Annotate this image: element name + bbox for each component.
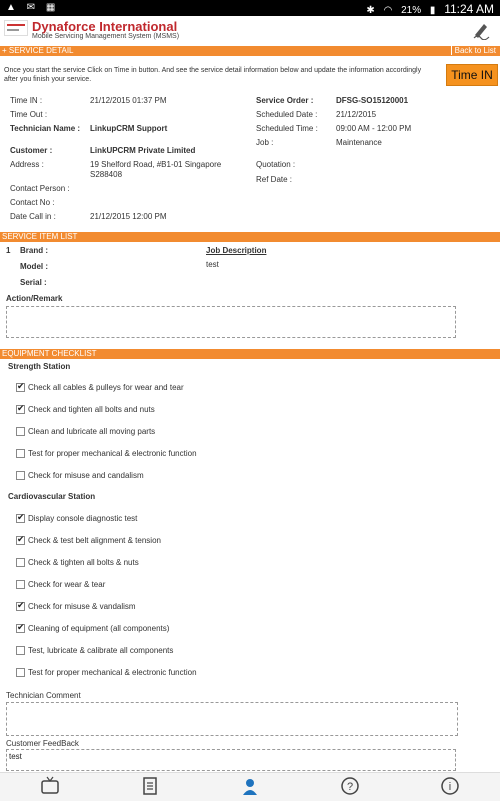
quotation-label: Quotation : (256, 160, 296, 169)
address-value: 19 Shelford Road, #B1-01 Singapore S2884… (90, 160, 222, 179)
strength-station-title: Strength Station (8, 362, 71, 371)
checkbox-strength-3[interactable] (16, 449, 25, 458)
wifi-icon: ◠ (383, 5, 393, 16)
scheduled-date-label: Scheduled Date : (256, 110, 318, 119)
intro-text: Once you start the service Click on Time… (4, 67, 422, 83)
service-order-value: DFSG-SO15120001 (336, 96, 409, 105)
technician-label: Technician Name : (10, 124, 81, 133)
checklist-item-label: Check all cables & pulleys for wear and … (28, 383, 184, 392)
equipment-checklist-bar: EQUIPMENT CHECKLIST (0, 349, 500, 359)
checkbox-cardio-2[interactable] (16, 558, 25, 567)
scheduled-time-label: Scheduled Time : (256, 124, 318, 133)
app-subtitle: Mobile Servicing Management System (MSMS… (32, 33, 180, 40)
battery-icon: ▮ (429, 5, 436, 16)
technician-comment-input[interactable] (6, 702, 458, 736)
checkbox-strength-0[interactable] (16, 381, 25, 392)
document-icon[interactable] (140, 776, 160, 796)
status-bar: ▲ ✉ ▦ ✱ ◠ 21% ▮ 11:24 AM (0, 0, 500, 16)
action-remark-label: Action/Remark (6, 294, 63, 303)
time-in-value: 21/12/2015 01:37 PM (90, 96, 167, 105)
cardiovascular-station-title: Cardiovascular Station (8, 492, 96, 501)
checklist-item-label: Test for proper mechanical & electronic … (28, 668, 197, 677)
job-label: Job : (256, 138, 274, 147)
svg-text:?: ? (347, 781, 353, 793)
checkbox-strength-2[interactable] (16, 427, 25, 436)
checklist-item-label: Test, lubricate & calibrate all componen… (28, 646, 174, 655)
technician-value: LinkupCRM Support (90, 124, 168, 133)
model-label: Model : (20, 262, 48, 271)
time-out-label: Time Out : (10, 110, 48, 119)
bluetooth-icon: ✱ (366, 5, 375, 16)
service-item-title: SERVICE ITEM LIST (2, 232, 78, 241)
contact-person-label: Contact Person : (10, 184, 70, 193)
checklist-item-label: Check and tighten all bolts and nuts (28, 405, 155, 414)
job-description-label: Job Description (206, 246, 267, 255)
customer-feedback-label: Customer FeedBack (6, 739, 79, 748)
contact-no-label: Contact No : (10, 198, 55, 207)
help-icon[interactable]: ? (340, 776, 360, 796)
customer-feedback-input[interactable]: test (6, 749, 456, 771)
checklist-item-label: Display console diagnostic test (28, 514, 138, 523)
battery-level: 21% (401, 5, 422, 16)
checklist-item-label: Check for misuse & vandalism (28, 602, 136, 611)
date-call-in-value: 21/12/2015 12:00 PM (90, 212, 167, 221)
checkbox-cardio-0[interactable] (16, 512, 25, 523)
info-icon[interactable]: i (440, 776, 460, 796)
checklist-item-label: Cleaning of equipment (all components) (28, 624, 170, 633)
clock: 11:24 AM (444, 2, 494, 16)
checkbox-cardio-4[interactable] (16, 600, 25, 611)
time-in-button[interactable]: Time IN (446, 64, 498, 86)
time-in-label: Time IN : (10, 96, 43, 105)
checkbox-cardio-6[interactable] (16, 646, 25, 655)
scheduled-date-value: 21/12/2015 (336, 110, 377, 119)
service-order-label: Service Order : (256, 96, 314, 105)
job-description-value: test (206, 260, 219, 269)
checklist-item-label: Check & test belt alignment & tension (28, 536, 161, 545)
checklist-item-label: Check & tighten all bolts & nuts (28, 558, 139, 567)
app-title: Dynaforce International (32, 19, 178, 34)
status-right: ✱ ◠ 21% ▮ 11:24 AM (360, 2, 494, 16)
scheduled-time-value: 09:00 AM - 12:00 PM (336, 124, 412, 133)
user-icon[interactable] (240, 776, 260, 796)
job-value: Maintenance (336, 138, 382, 147)
svg-text:i: i (449, 781, 451, 793)
serial-label: Serial : (20, 278, 47, 287)
brand-label: Brand : (20, 246, 48, 255)
company-logo (4, 20, 28, 36)
checkbox-cardio-1[interactable] (16, 534, 25, 545)
equipment-checklist-title: EQUIPMENT CHECKLIST (2, 349, 97, 358)
customer-label: Customer : (10, 146, 53, 155)
service-item-bar: SERVICE ITEM LIST (0, 232, 500, 242)
tv-icon[interactable] (40, 776, 60, 796)
item-index: 1 (6, 246, 11, 255)
customer-value: LinkUPCRM Private Limited (90, 146, 196, 155)
checklist-item-label: Test for proper mechanical & electronic … (28, 449, 197, 458)
service-detail-bar: + SERVICE DETAIL Back to List (0, 46, 500, 56)
date-call-in-label: Date Call in : (10, 212, 56, 221)
checkbox-cardio-7[interactable] (16, 668, 25, 677)
action-remark-input[interactable] (6, 306, 456, 338)
checkbox-cardio-3[interactable] (16, 580, 25, 589)
service-detail-title: + SERVICE DETAIL (2, 46, 74, 55)
signature-pen-icon[interactable] (472, 20, 492, 40)
technician-comment-label: Technician Comment (6, 691, 81, 700)
address-label: Address : (10, 160, 44, 169)
back-to-list-link[interactable]: Back to List (450, 46, 496, 55)
checkbox-strength-1[interactable] (16, 403, 25, 414)
notification-icons: ▲ ✉ ▦ (6, 2, 60, 13)
checklist-item-label: Check for wear & tear (28, 580, 106, 589)
checklist-item-label: Check for misuse and candalism (28, 471, 144, 480)
ref-date-label: Ref Date : (256, 175, 293, 184)
checklist-item-label: Clean and lubricate all moving parts (28, 427, 156, 436)
checkbox-cardio-5[interactable] (16, 622, 25, 633)
checkbox-strength-4[interactable] (16, 471, 25, 480)
